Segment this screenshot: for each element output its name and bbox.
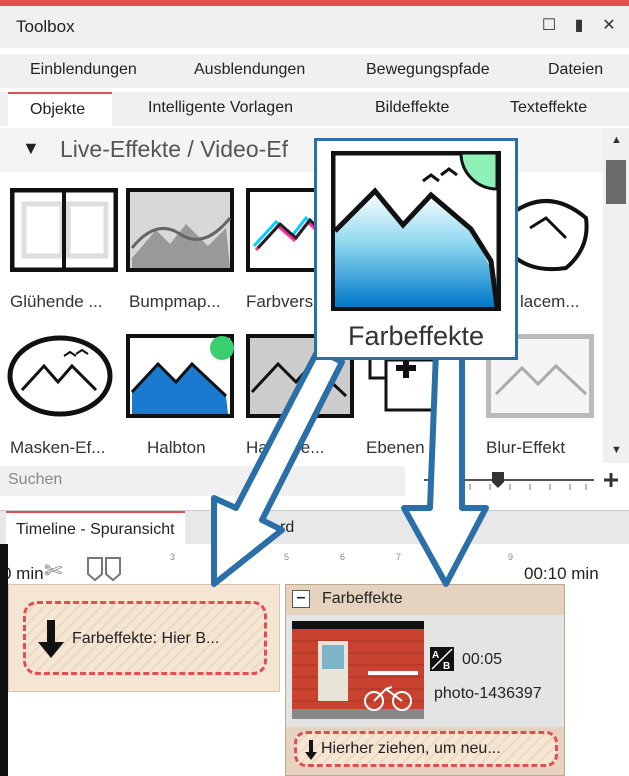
- clip-duration: 00:05: [462, 651, 503, 668]
- svg-text:✄: ✄: [44, 559, 63, 584]
- timeline-tabs: Timeline - Spuransicht rd: [0, 510, 629, 545]
- time-start: 0 min: [2, 564, 44, 583]
- nested-dropzone[interactable]: Hierher ziehen, um neu...: [294, 731, 558, 767]
- tab-dateien[interactable]: Dateien: [548, 61, 603, 79]
- effect-gluehende-thumb[interactable]: [9, 187, 119, 273]
- farbeffekte-block[interactable]: – Farbeffekte A B 00:05 photo-1436397 Hi…: [285, 584, 565, 776]
- tab-storyboard[interactable]: rd: [270, 511, 304, 545]
- nested-dropzone-text: Hierher ziehen, um neu...: [321, 740, 501, 757]
- tab-timeline-spuransicht[interactable]: Timeline - Spuransicht: [6, 511, 185, 545]
- effect-block-title: Farbeffekte: [322, 590, 403, 607]
- tab-bildeffekte[interactable]: Bildeffekte: [375, 99, 449, 117]
- tab-bewegungspfade[interactable]: Bewegungspfade: [366, 61, 490, 79]
- ruler-tick: 7: [396, 552, 402, 562]
- effect-label: Halbton: [147, 438, 206, 457]
- scroll-up-icon[interactable]: ▲: [611, 134, 622, 146]
- tab-einblendungen[interactable]: Einblendungen: [30, 61, 137, 79]
- image-clip[interactable]: A B 00:05 photo-1436397: [286, 615, 564, 727]
- search-box[interactable]: Suchen: [0, 466, 405, 496]
- effect-bumpmap-thumb[interactable]: [126, 188, 234, 272]
- effect-block-header: – Farbeffekte: [286, 585, 564, 615]
- dropzone-text: Farbeffekte: Hier B...: [72, 630, 220, 647]
- section-title: Live-Effekte / Video-Ef: [60, 136, 289, 162]
- tabs-row-2: Objekte Intelligente Vorlagen Bildeffekt…: [0, 92, 629, 126]
- down-arrow-icon: [38, 620, 64, 658]
- effect-dropzone[interactable]: Farbeffekte: Hier B...: [8, 584, 280, 692]
- svg-text:B: B: [443, 661, 450, 671]
- effect-label: Ebenen ...: [366, 438, 444, 457]
- zoom-slider[interactable]: [410, 466, 629, 496]
- tabs-row-1: Einblendungen Ausblendungen Bewegungspfa…: [0, 54, 629, 88]
- tab-intelligente-vorlagen[interactable]: Intelligente Vorlagen: [148, 99, 293, 117]
- ruler-tick: 3: [170, 552, 176, 562]
- effect-masken-thumb[interactable]: [6, 334, 114, 418]
- effect-label: Masken-Ef...: [10, 438, 106, 457]
- ruler-tick: 5: [284, 552, 290, 562]
- time-end: 00:10 min: [524, 564, 599, 583]
- popup-label: Farbeffekte: [347, 321, 485, 351]
- tab-objekte[interactable]: Objekte: [8, 92, 112, 126]
- effect-label: lacem...: [520, 292, 580, 311]
- collapse-minus-icon[interactable]: –: [292, 590, 310, 608]
- track-edge: [0, 544, 8, 776]
- effect-halbton-thumb[interactable]: [126, 334, 234, 418]
- clip-filename: photo-1436397: [434, 685, 542, 702]
- cut-marker-icon[interactable]: ✄: [42, 552, 132, 584]
- close-icon[interactable]: ✕: [600, 16, 618, 36]
- window-title: Toolbox: [16, 17, 75, 36]
- effects-scrollbar[interactable]: ▲ ▼: [603, 128, 629, 463]
- effect-label: Glühende ...: [10, 292, 103, 311]
- ab-transition-icon[interactable]: A B: [430, 647, 454, 672]
- photo-thumbnail[interactable]: [292, 621, 424, 719]
- toolbox-titlebar: Toolbox ☐ ▮ ✕: [0, 6, 629, 48]
- scroll-thumb[interactable]: [606, 160, 626, 204]
- svg-text:A: A: [432, 650, 439, 661]
- farbeffekte-preview-image: [331, 151, 501, 311]
- collapse-triangle-icon[interactable]: ▼: [22, 138, 40, 159]
- effect-label: Bumpmap...: [129, 292, 221, 311]
- pin-icon[interactable]: ▮: [570, 16, 588, 36]
- search-input[interactable]: Suchen: [8, 471, 62, 489]
- effect-label: Ha on, e...: [246, 438, 325, 457]
- tab-ausblendungen[interactable]: Ausblendungen: [194, 61, 305, 79]
- tab-texteffekte[interactable]: Texteffekte: [510, 99, 587, 117]
- dropzone-frame[interactable]: Farbeffekte: Hier B...: [23, 601, 267, 675]
- ruler-tick: 9: [508, 552, 514, 562]
- effect-label: Farbvers: [246, 292, 314, 311]
- maximize-icon[interactable]: ☐: [540, 16, 558, 36]
- drag-preview-popup: Farbeffekte: [314, 138, 518, 360]
- effect-label: Blur-Effekt: [486, 438, 566, 457]
- down-arrow-icon: [305, 740, 317, 760]
- ruler-tick: 6: [340, 552, 346, 562]
- scroll-down-icon[interactable]: ▼: [611, 444, 622, 456]
- timeline-ruler[interactable]: 3 5 6 7 9 0 min 00:10 min ✄: [0, 544, 629, 584]
